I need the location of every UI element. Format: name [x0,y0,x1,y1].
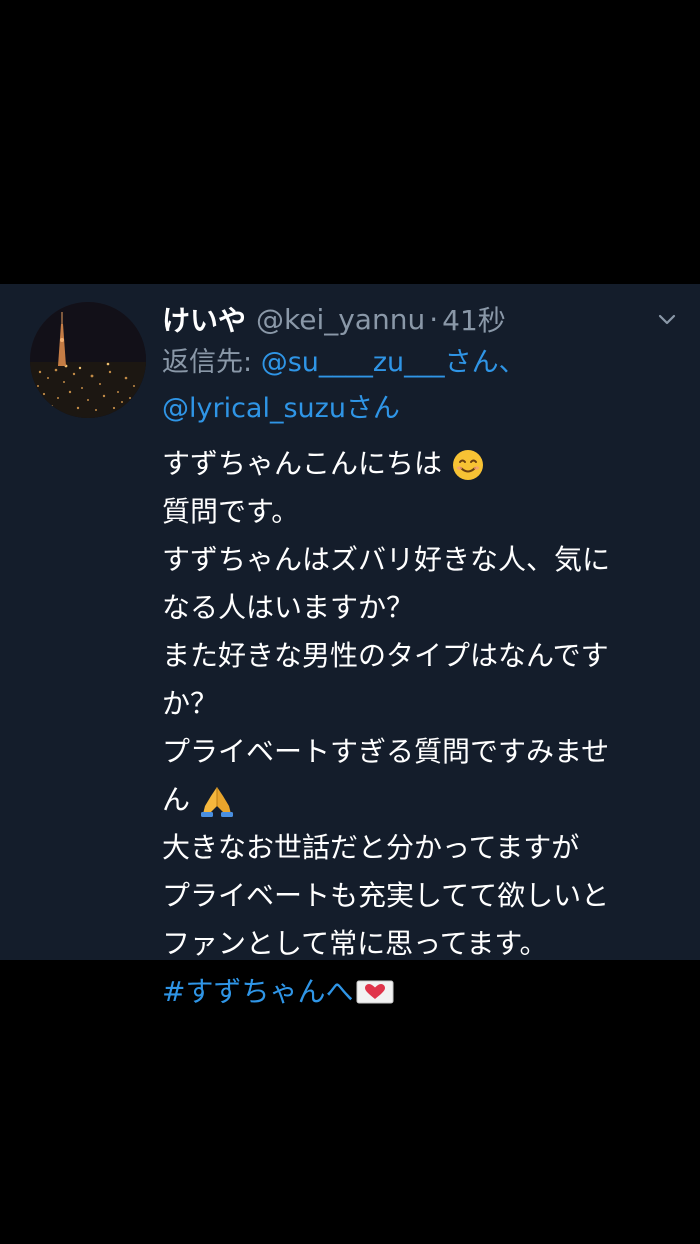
tweet-text-line: 大きなお世話だと分かってますが [162,831,580,864]
reply-mention-lyrical-suzu[interactable]: @lyrical_suzuさん [162,393,400,424]
display-name[interactable]: けいや [162,299,246,339]
smiling-face-emoji [452,450,483,480]
avatar[interactable] [30,302,146,418]
tweet-body: けいや @kei_yannu · 41秒 返信先: @su____zu___さん… [162,298,682,1016]
folded-hands-emoji [200,787,233,817]
tweet-text-line: 質問です。 [162,495,300,528]
chevron-down-icon[interactable] [656,308,678,330]
love-letter-emoji [356,980,394,1004]
tweet-text-line: なる人はいますか？ [162,591,415,624]
reply-to-line-2: @lyrical_suzuさん [162,386,682,432]
tweet-text-line: すずちゃんこんにちは [162,440,682,488]
reply-mention-su-zu[interactable]: @su____zu___さん、 [261,347,526,378]
text-segment: ん [162,783,191,816]
text-segment: すずちゃんこんにちは [162,447,443,480]
separator-dot: · [429,302,439,336]
timestamp[interactable]: 41秒 [442,299,506,339]
tweet-text-line: プライベートも充実してて欲しいと [162,879,610,912]
tweet-text: すずちゃんこんにちは 質問です。 すずちゃんはズバリ好きな人、気に なる人はいま… [162,440,682,1016]
hashtag-line: #すずちゃんへ [162,968,682,1016]
tweet-card[interactable]: けいや @kei_yannu · 41秒 返信先: @su____zu___さん… [0,284,700,1008]
tweet-text-line: また好きな男性のタイプはなんです [162,639,609,672]
reply-prefix: 返信先: [162,347,261,378]
tweet-text-line: か？ [162,687,219,720]
tweet-text-line: すずちゃんはズバリ好きな人、気に [162,543,611,576]
tweet-text-line: プライベートすぎる質問ですみませ [162,735,610,768]
tweet-header: けいや @kei_yannu · 41秒 [162,298,682,340]
reply-to-line: 返信先: @su____zu___さん、 [162,340,682,386]
city-night-avatar-image [30,302,146,418]
hashtag-link[interactable]: #すずちゃんへ [162,968,353,1016]
tweet-text-line: ファンとして常に思ってます。 [162,927,548,960]
tweet-text-line: ん [162,776,682,824]
user-handle[interactable]: @kei_yannu [256,303,425,336]
